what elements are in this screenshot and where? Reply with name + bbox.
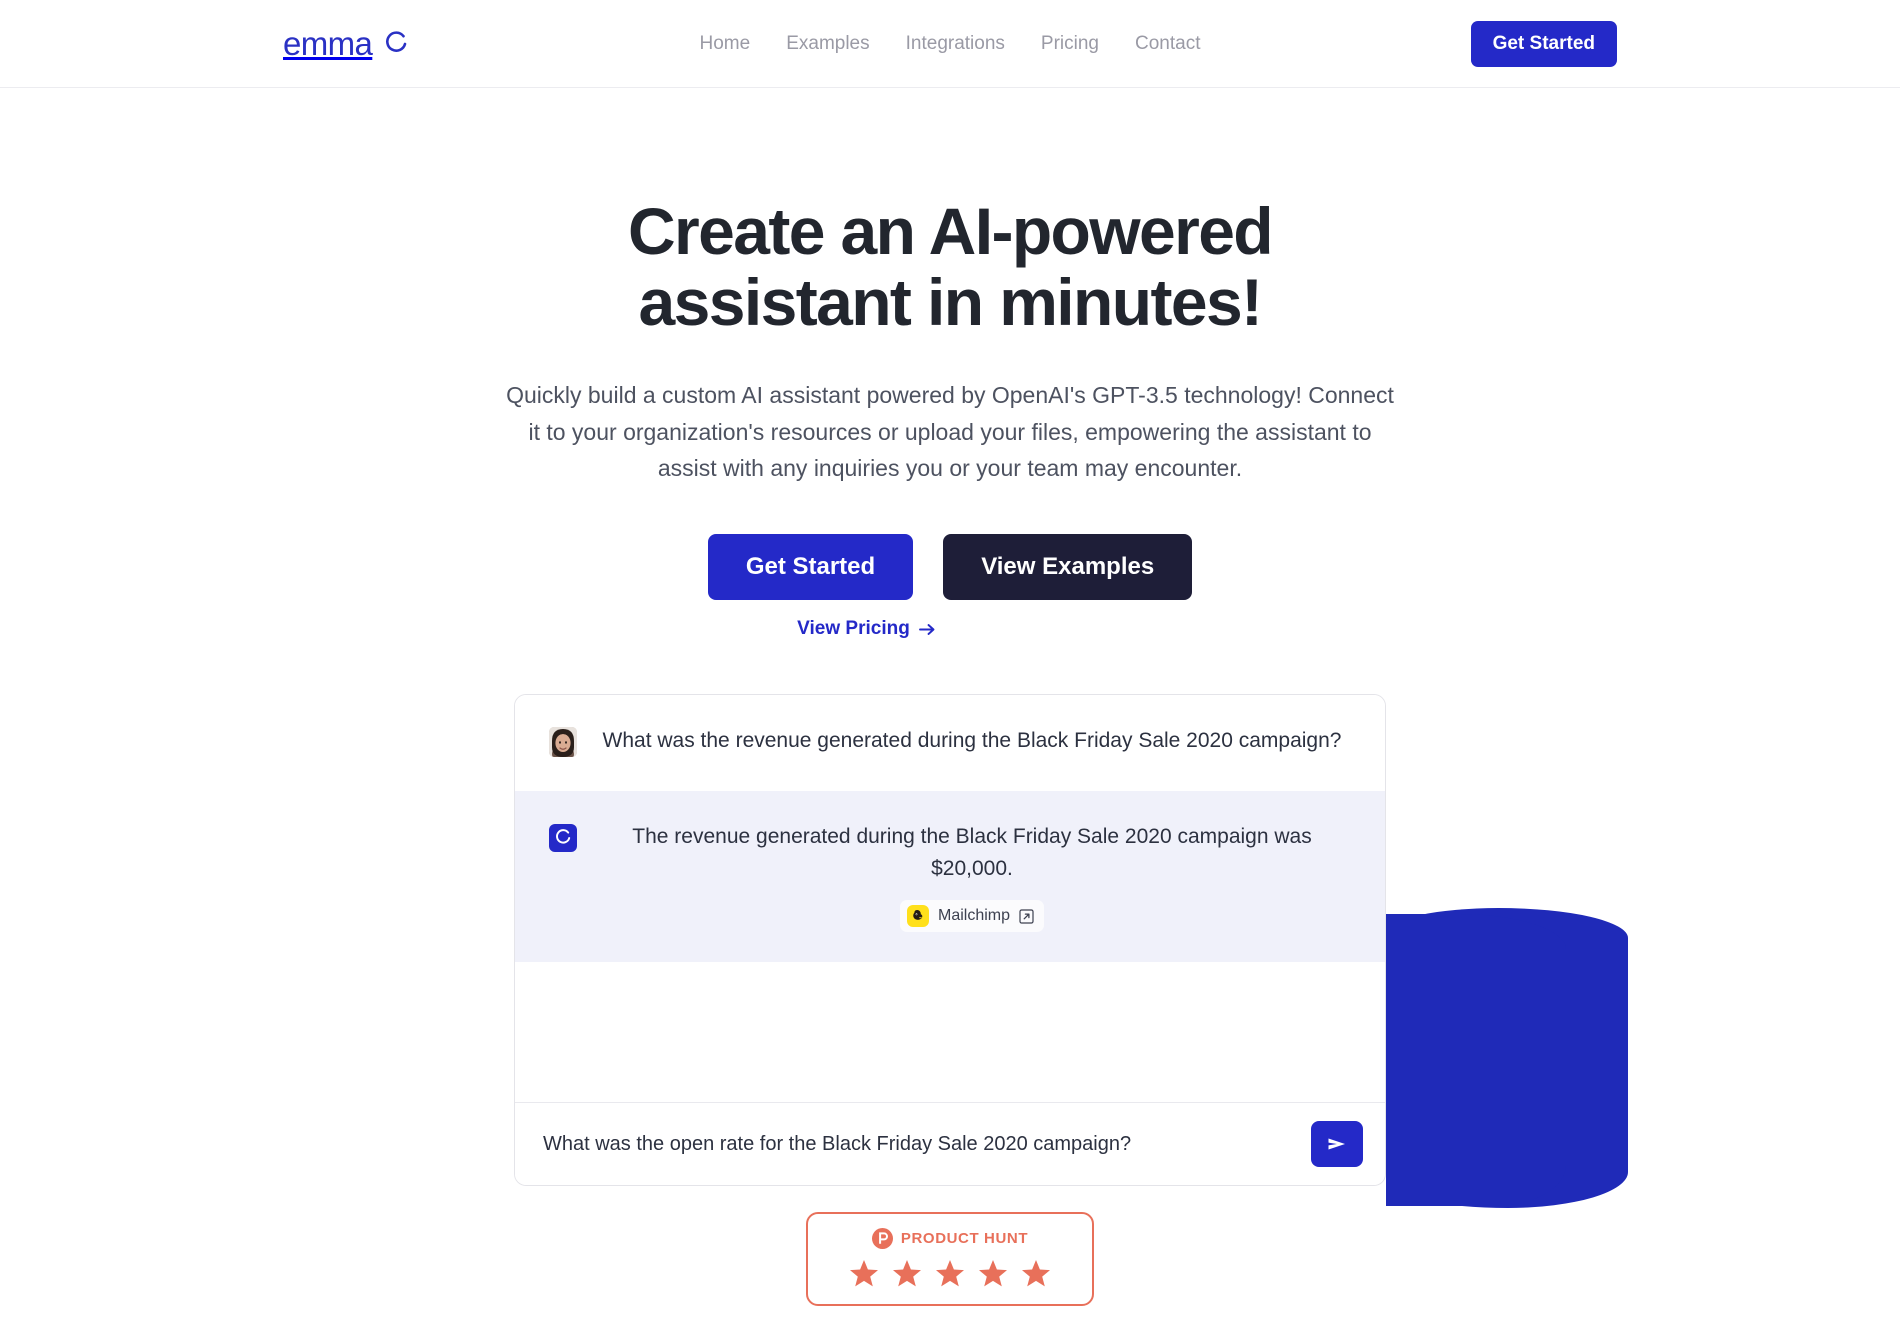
source-chip-mailchimp[interactable]: Mailchimp (899, 900, 1044, 933)
nav-item-examples[interactable]: Examples (786, 33, 869, 55)
nav-item-integrations[interactable]: Integrations (906, 33, 1005, 55)
chat-scroll-area (515, 962, 1385, 1104)
site-header: emma Home Examples Integrations Pricing … (0, 0, 1900, 88)
nav-item-pricing[interactable]: Pricing (1041, 33, 1099, 55)
brand-logo[interactable]: emma (283, 27, 409, 60)
main-nav: Home Examples Integrations Pricing Conta… (700, 33, 1201, 55)
star-icon (935, 1259, 965, 1288)
chat-message-bot-body: The revenue generated during the Black F… (593, 821, 1351, 933)
chat-message-bot-text: The revenue generated during the Black F… (632, 825, 1312, 880)
chat-input-row (515, 1103, 1385, 1186)
star-icon (978, 1259, 1008, 1288)
product-hunt-stars (808, 1259, 1092, 1288)
star-icon (892, 1259, 922, 1288)
arrow-right-icon (918, 623, 936, 636)
hero-subtitle: Quickly build a custom AI assistant powe… (506, 382, 1394, 481)
send-button[interactable] (1311, 1121, 1363, 1168)
user-avatar-photo (549, 727, 577, 758)
hero-get-started-button[interactable]: Get Started (707, 534, 914, 601)
chat-demo-card: What was the revenue generated during th… (514, 694, 1386, 1187)
nav-item-home[interactable]: Home (700, 33, 751, 55)
hero-cta-row: Get Started View Examples (0, 534, 1900, 601)
hero-pricing-row: View Pricing (0, 618, 1900, 640)
header-get-started-button[interactable]: Get Started (1470, 20, 1617, 67)
mailchimp-icon (906, 905, 929, 928)
product-hunt-badge[interactable]: PRODUCT HUNT (806, 1212, 1094, 1307)
hero-title-line-1: Create an AI-powered (627, 194, 1274, 268)
header-cta-wrap: Get Started (1470, 20, 1617, 67)
hero-section: Create an AI-powered assistant in minute… (0, 88, 1900, 1307)
product-hunt-header: PRODUCT HUNT (808, 1228, 1092, 1250)
star-icon (849, 1259, 879, 1288)
star-icon (1021, 1259, 1051, 1288)
chat-message-bot: The revenue generated during the Black F… (515, 791, 1385, 963)
source-chip-label: Mailchimp (937, 907, 1010, 925)
external-link-icon (1019, 909, 1034, 924)
chat-message-user-text: What was the revenue generated during th… (602, 729, 1342, 753)
hero-view-examples-button[interactable]: View Examples (943, 534, 1193, 601)
brand-name: emma (283, 25, 373, 62)
chat-message-user-body: What was the revenue generated during th… (593, 725, 1351, 757)
product-hunt-icon (871, 1228, 893, 1250)
send-paper-plane-icon (1326, 1133, 1348, 1155)
page-title: Create an AI-powered assistant in minute… (500, 196, 1400, 337)
view-pricing-link[interactable]: View Pricing (797, 618, 936, 640)
emma-bot-icon (549, 824, 577, 853)
hero-title-line-2: assistant in minutes! (638, 264, 1263, 339)
chat-input[interactable] (543, 1122, 1295, 1166)
nav-item-contact[interactable]: Contact (1135, 33, 1200, 55)
view-pricing-label: View Pricing (797, 618, 910, 640)
product-hunt-label: PRODUCT HUNT (900, 1230, 1029, 1248)
ring-logo-icon (383, 30, 409, 57)
chat-message-user: What was the revenue generated during th… (515, 695, 1385, 792)
